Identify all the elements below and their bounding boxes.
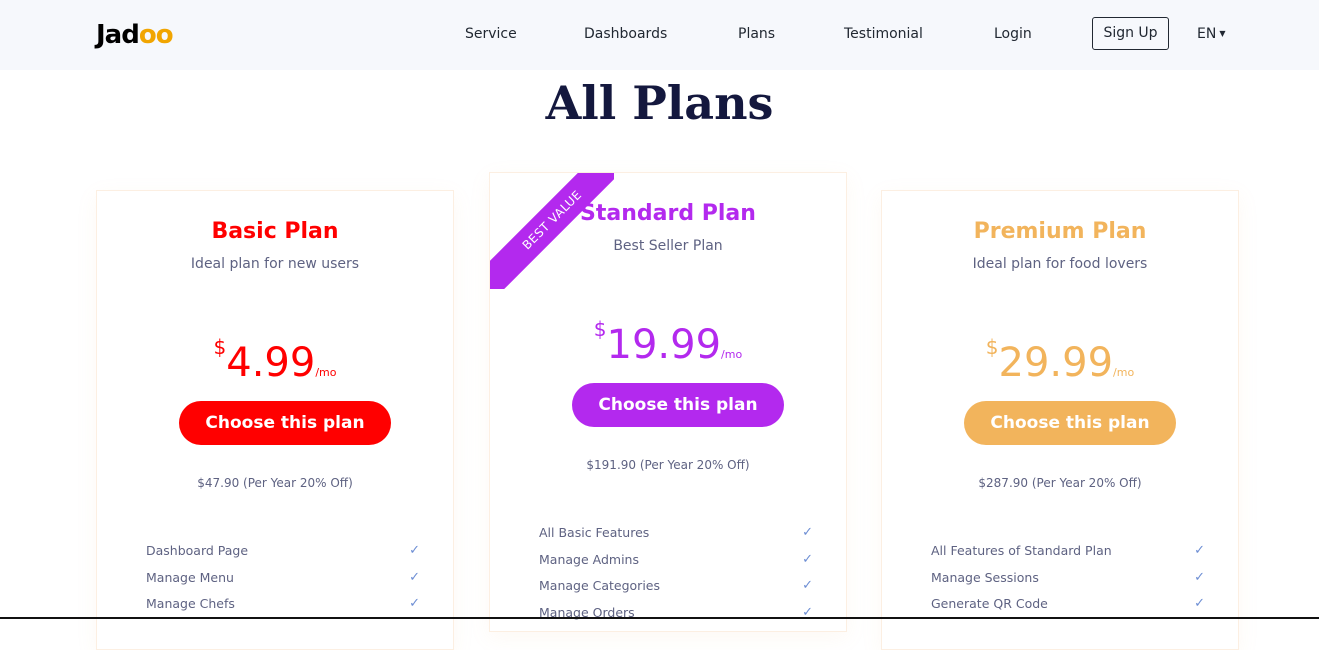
plan-card-standard: BEST VALUE Standard Plan Best Seller Pla… bbox=[489, 172, 847, 632]
page-title: All Plans bbox=[545, 76, 774, 130]
check-icon: ✓ bbox=[1194, 570, 1205, 585]
price-currency: $ bbox=[213, 335, 227, 359]
feature-label: Manage Sessions bbox=[931, 570, 1039, 585]
feature-label: Manage Categories bbox=[539, 578, 661, 593]
logo-prefix: Jad bbox=[96, 20, 140, 50]
feature-label: Manage Chefs bbox=[146, 596, 235, 611]
jadoo-logo[interactable]: Jadoo bbox=[96, 17, 174, 53]
best-value-ribbon: BEST VALUE bbox=[490, 173, 614, 289]
feature-item: Manage Chefs ✓ bbox=[146, 594, 428, 614]
language-dropdown[interactable]: EN ▼ bbox=[1197, 24, 1225, 44]
check-icon: ✓ bbox=[1194, 596, 1205, 611]
plan-name: Basic Plan bbox=[211, 219, 339, 244]
yearly-price: $191.90 (Per Year 20% Off) bbox=[586, 458, 750, 472]
check-icon: ✓ bbox=[409, 596, 420, 611]
check-icon: ✓ bbox=[1194, 543, 1205, 558]
price-amount: 4.99 bbox=[226, 340, 316, 386]
price-period: /mo bbox=[315, 366, 337, 379]
check-icon: ✓ bbox=[802, 552, 813, 567]
feature-item: All Features of Standard Plan ✓ bbox=[931, 541, 1213, 561]
feature-label: Manage Menu bbox=[146, 570, 234, 585]
plan-price: $19.99/mo bbox=[490, 304, 846, 380]
nav-dashboards[interactable]: Dashboards bbox=[584, 24, 667, 44]
price-period: /mo bbox=[721, 348, 743, 361]
price-period: /mo bbox=[1113, 366, 1135, 379]
nav-testimonial[interactable]: Testimonial bbox=[844, 24, 923, 44]
nav-service[interactable]: Service bbox=[465, 24, 517, 44]
choose-plan-button[interactable]: Choose this plan bbox=[572, 383, 784, 427]
price-currency: $ bbox=[593, 317, 607, 341]
feature-label: Manage Admins bbox=[539, 552, 639, 567]
price-amount: 29.99 bbox=[998, 340, 1114, 386]
feature-item: Manage Orders ✓ bbox=[539, 603, 821, 623]
choose-plan-button[interactable]: Choose this plan bbox=[179, 401, 391, 445]
check-icon: ✓ bbox=[409, 570, 420, 585]
choose-plan-button[interactable]: Choose this plan bbox=[964, 401, 1176, 445]
feature-label: Generate QR Code bbox=[931, 596, 1048, 611]
feature-item: Manage Admins ✓ bbox=[539, 550, 821, 570]
yearly-price: $287.90 (Per Year 20% Off) bbox=[978, 476, 1142, 490]
check-icon: ✓ bbox=[409, 543, 420, 558]
check-icon: ✓ bbox=[802, 578, 813, 593]
plan-name: Premium Plan bbox=[973, 219, 1147, 244]
feature-item: Manage Sessions ✓ bbox=[931, 568, 1213, 588]
plan-card-premium: Premium Plan Ideal plan for food lovers … bbox=[881, 190, 1239, 650]
feature-label: All Basic Features bbox=[539, 525, 650, 540]
plan-name: Standard Plan bbox=[580, 201, 756, 226]
ribbon-label: BEST VALUE bbox=[490, 173, 614, 289]
feature-item: Generate QR Code ✓ bbox=[931, 594, 1213, 614]
plan-subtitle: Best Seller Plan bbox=[613, 238, 723, 254]
feature-item: Dashboard Page ✓ bbox=[146, 541, 428, 561]
feature-item: All Basic Features ✓ bbox=[539, 523, 821, 543]
plan-price: $29.99/mo bbox=[882, 322, 1238, 398]
check-icon: ✓ bbox=[802, 525, 813, 540]
plan-subtitle: Ideal plan for new users bbox=[190, 256, 360, 272]
nav-plans[interactable]: Plans bbox=[738, 24, 775, 44]
navbar: Jadoo Service Dashboards Plans Testimoni… bbox=[0, 0, 1319, 70]
plan-subtitle: Ideal plan for food lovers bbox=[972, 256, 1148, 272]
feature-item: Manage Menu ✓ bbox=[146, 568, 428, 588]
price-amount: 19.99 bbox=[606, 322, 722, 368]
nav-login[interactable]: Login bbox=[994, 24, 1032, 44]
caret-down-icon: ▼ bbox=[1219, 29, 1226, 38]
feature-label: All Features of Standard Plan bbox=[931, 543, 1112, 558]
language-label: EN bbox=[1197, 26, 1217, 42]
feature-label: Dashboard Page bbox=[146, 543, 249, 558]
sign-up-button[interactable]: Sign Up bbox=[1092, 17, 1169, 50]
check-icon: ✓ bbox=[802, 605, 813, 620]
yearly-price: $47.90 (Per Year 20% Off) bbox=[197, 476, 353, 490]
logo-accent: oo bbox=[138, 20, 174, 50]
plan-card-basic: Basic Plan Ideal plan for new users $4.9… bbox=[96, 190, 454, 650]
price-currency: $ bbox=[985, 335, 999, 359]
feature-item: Manage Categories ✓ bbox=[539, 576, 821, 596]
plan-price: $4.99/mo bbox=[97, 322, 453, 398]
